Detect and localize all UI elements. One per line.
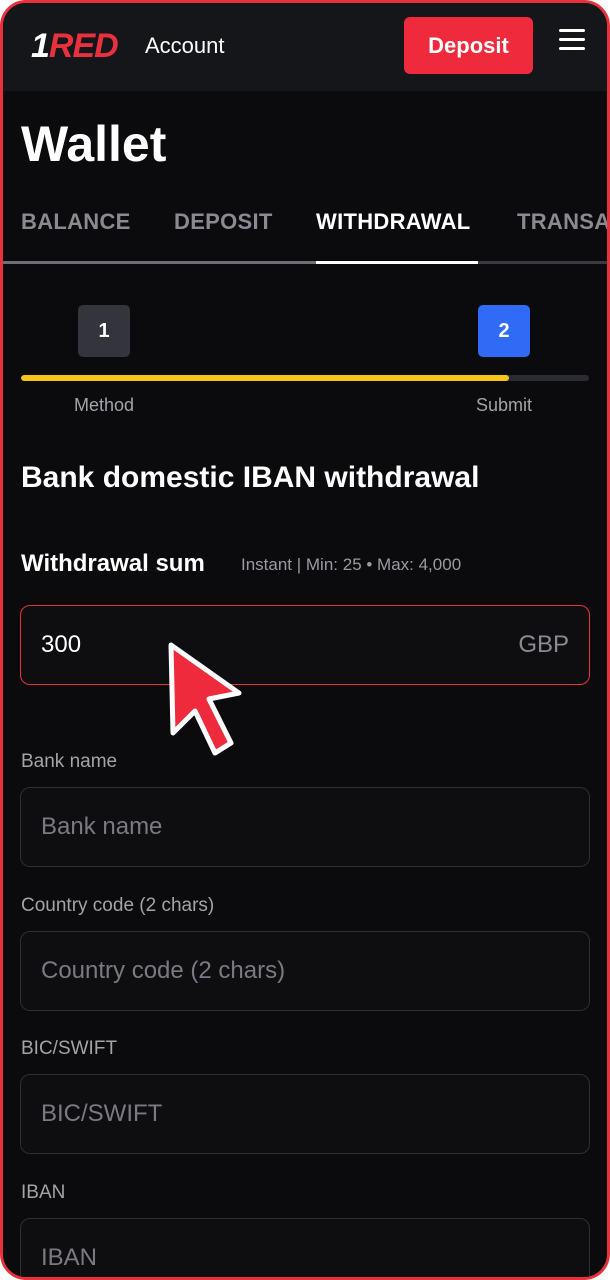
- logo-text: RED: [48, 27, 119, 65]
- withdrawal-sum-value[interactable]: 300: [41, 631, 81, 659]
- bank-name-input[interactable]: [21, 788, 589, 866]
- tab-balance[interactable]: BALANCE: [21, 209, 131, 235]
- country-code-label: Country code (2 chars): [21, 895, 215, 916]
- country-code-field[interactable]: [20, 931, 590, 1011]
- hamburger-menu-icon[interactable]: [559, 27, 585, 53]
- country-code-input[interactable]: [21, 932, 589, 1010]
- iban-input[interactable]: [21, 1219, 589, 1277]
- bic-swift-input[interactable]: [21, 1075, 589, 1153]
- logo-prefix: 1: [31, 27, 50, 65]
- withdrawal-limits-hint: Instant | Min: 25 • Max: 4,000: [241, 555, 462, 574]
- currency-label: GBP: [518, 631, 569, 658]
- bank-name-field[interactable]: [20, 787, 590, 867]
- active-tab-indicator: [316, 261, 478, 264]
- step-1-badge[interactable]: 1: [78, 305, 130, 357]
- iban-field[interactable]: [20, 1218, 590, 1277]
- step-1-label: Method: [73, 395, 135, 415]
- step-2-badge: 2: [478, 305, 530, 357]
- app-frame: 1RED Account Deposit Wallet BALANCE DEPO…: [0, 0, 610, 1280]
- bank-name-label: Bank name: [21, 751, 118, 772]
- brand-logo[interactable]: 1RED: [31, 27, 119, 66]
- page-title: Wallet: [21, 116, 167, 172]
- deposit-button[interactable]: Deposit: [404, 17, 533, 74]
- withdrawal-sum-label: Withdrawal sum: [21, 550, 205, 577]
- step-progress-fill: [21, 375, 510, 381]
- step-2-label: Submit: [475, 395, 533, 415]
- top-header: 1RED Account Deposit: [3, 3, 607, 91]
- account-link[interactable]: Account: [145, 33, 225, 59]
- wallet-tabs: BALANCE DEPOSIT WITHDRAWAL TRANSACTIONS: [3, 203, 607, 267]
- bic-swift-field[interactable]: [20, 1074, 590, 1154]
- bic-swift-label: BIC/SWIFT: [21, 1038, 118, 1059]
- tab-transactions[interactable]: TRANSACTIONS: [517, 209, 607, 235]
- step-progress-bar: [21, 375, 589, 381]
- tab-withdrawal[interactable]: WITHDRAWAL: [316, 209, 471, 235]
- withdrawal-method-title: Bank domestic IBAN withdrawal: [21, 461, 480, 494]
- tab-deposit[interactable]: DEPOSIT: [174, 209, 273, 235]
- iban-label: IBAN: [21, 1182, 66, 1203]
- withdrawal-sum-input[interactable]: 300 GBP: [20, 605, 590, 685]
- mouse-pointer-arrow-icon: [168, 642, 242, 756]
